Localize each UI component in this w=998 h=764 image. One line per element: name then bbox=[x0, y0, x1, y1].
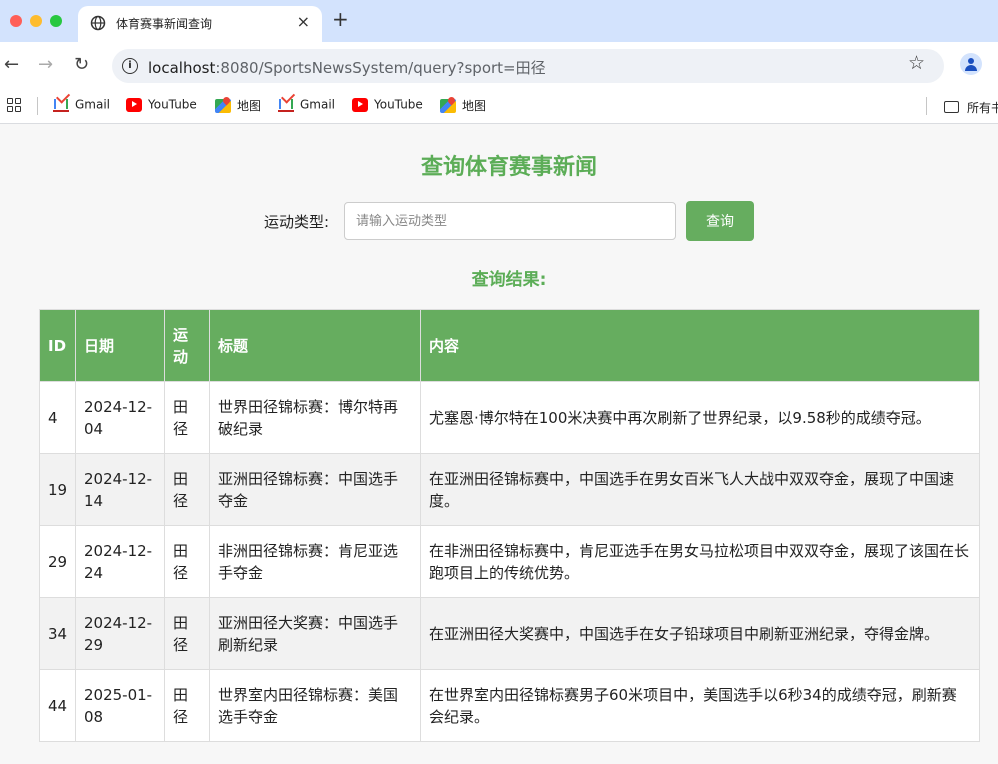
cell-content: 在亚洲田径锦标赛中，中国选手在男女百米飞人大战中双双夺金，展现了中国速度。 bbox=[420, 453, 980, 526]
forward-arrow-icon[interactable]: → bbox=[38, 54, 53, 76]
close-tab-icon[interactable]: × bbox=[297, 12, 310, 31]
cell-date: 2024-12-14 bbox=[75, 453, 165, 526]
cell-content: 尤塞恩·博尔特在100米决赛中再次刷新了世界纪录，以9.58秒的成绩夺冠。 bbox=[420, 381, 980, 454]
bookmark-maps[interactable]: 地图 bbox=[440, 97, 486, 117]
cell-id: 4 bbox=[39, 381, 76, 454]
cell-id: 29 bbox=[39, 525, 76, 598]
youtube-icon bbox=[126, 97, 142, 112]
profile-avatar-icon[interactable] bbox=[960, 53, 982, 75]
cell-date: 2024-12-29 bbox=[75, 597, 165, 670]
bookmark-maps[interactable]: 地图 bbox=[215, 97, 261, 117]
cell-sport: 田径 bbox=[164, 669, 210, 742]
bookmarks-bar: Gmail YouTube 地图 Gmail YouTube 地图 所有书签 bbox=[0, 90, 998, 124]
bookmarks-divider bbox=[926, 97, 927, 115]
bookmark-label: 地图 bbox=[462, 99, 487, 113]
back-arrow-icon[interactable]: ← bbox=[4, 54, 19, 76]
query-button[interactable]: 查询 bbox=[686, 201, 754, 241]
results-title: 查询结果: bbox=[471, 270, 547, 290]
cell-date: 2025-01-08 bbox=[75, 669, 165, 742]
tab-title: 体育赛事新闻查询 bbox=[116, 17, 213, 31]
bookmark-star-icon[interactable]: ☆ bbox=[908, 53, 925, 73]
table-row: 34 2024-12-29 田径 亚洲田径大奖赛：中国选手刷新纪录 在亚洲田径大… bbox=[39, 597, 980, 670]
tab-strip: 体育赛事新闻查询 × + bbox=[0, 0, 998, 42]
maps-icon bbox=[440, 98, 456, 113]
bookmarks-divider bbox=[37, 97, 38, 115]
bookmark-label: Gmail bbox=[75, 97, 111, 112]
cell-content: 在世界室内田径锦标赛男子60米项目中，美国选手以6秒34的成绩夺冠，刷新赛会纪录… bbox=[420, 669, 980, 742]
table-header-row: ID 日期 运动 标题 内容 bbox=[39, 309, 980, 382]
cell-sport: 田径 bbox=[164, 453, 210, 526]
header-date: 日期 bbox=[75, 309, 165, 382]
cell-title: 亚洲田径锦标赛：中国选手夺金 bbox=[209, 453, 421, 526]
bookmark-gmail[interactable]: Gmail bbox=[53, 97, 110, 117]
cell-id: 19 bbox=[39, 453, 76, 526]
folder-icon[interactable] bbox=[944, 101, 959, 113]
cell-content: 在亚洲田径大奖赛中，中国选手在女子铅球项目中刷新亚洲纪录，夺得金牌。 bbox=[420, 597, 980, 670]
gmail-icon bbox=[278, 98, 294, 112]
header-id: ID bbox=[39, 309, 76, 382]
cell-date: 2024-12-04 bbox=[75, 381, 165, 454]
maps-icon bbox=[215, 98, 231, 113]
sport-type-label: 运动类型: bbox=[264, 213, 330, 231]
bookmark-youtube[interactable]: YouTube bbox=[126, 97, 197, 117]
cell-id: 44 bbox=[39, 669, 76, 742]
header-title: 标题 bbox=[209, 309, 421, 382]
cell-sport: 田径 bbox=[164, 381, 210, 454]
globe-icon bbox=[90, 15, 106, 31]
bookmark-label: Gmail bbox=[300, 97, 336, 112]
bookmark-gmail[interactable]: Gmail bbox=[278, 97, 335, 117]
page-title: 查询体育赛事新闻 bbox=[420, 155, 597, 180]
active-tab[interactable]: 体育赛事新闻查询 × bbox=[78, 6, 322, 42]
all-bookmarks-button[interactable]: 所有书签 bbox=[967, 99, 998, 116]
cell-title: 非洲田径锦标赛：肯尼亚选手夺金 bbox=[209, 525, 421, 598]
url-host: localhost bbox=[148, 59, 216, 77]
table-row: 19 2024-12-14 田径 亚洲田径锦标赛：中国选手夺金 在亚洲田径锦标赛… bbox=[39, 453, 980, 526]
address-bar[interactable]: i localhost:8080/SportsNewsSystem/query?… bbox=[112, 49, 944, 83]
bookmark-label: 地图 bbox=[237, 99, 262, 113]
bookmark-label: YouTube bbox=[374, 97, 423, 112]
cell-title: 世界田径锦标赛：博尔特再破纪录 bbox=[209, 381, 421, 454]
cell-sport: 田径 bbox=[164, 525, 210, 598]
browser-toolbar: ← → ↻ i localhost:8080/SportsNewsSystem/… bbox=[0, 42, 998, 90]
results-table: ID 日期 运动 标题 内容 4 2024-12-04 田径 世界田径锦标赛：博… bbox=[39, 309, 980, 742]
apps-grid-icon[interactable] bbox=[7, 98, 21, 112]
header-content: 内容 bbox=[420, 309, 980, 382]
table-row: 44 2025-01-08 田径 世界室内田径锦标赛：美国选手夺金 在世界室内田… bbox=[39, 669, 980, 742]
cell-sport: 田径 bbox=[164, 597, 210, 670]
gmail-icon bbox=[53, 98, 69, 112]
new-tab-button[interactable]: + bbox=[332, 9, 349, 29]
cell-title: 亚洲田径大奖赛：中国选手刷新纪录 bbox=[209, 597, 421, 670]
reload-icon[interactable]: ↻ bbox=[74, 54, 89, 76]
minimize-window-button[interactable] bbox=[30, 15, 42, 27]
cell-date: 2024-12-24 bbox=[75, 525, 165, 598]
bookmark-youtube[interactable]: YouTube bbox=[352, 97, 423, 117]
cell-content: 在非洲田径锦标赛中，肯尼亚选手在男女马拉松项目中双双夺金，展现了该国在长跑项目上… bbox=[420, 525, 980, 598]
cell-title: 世界室内田径锦标赛：美国选手夺金 bbox=[209, 669, 421, 742]
youtube-icon bbox=[352, 97, 368, 112]
close-window-button[interactable] bbox=[10, 15, 22, 27]
table-row: 4 2024-12-04 田径 世界田径锦标赛：博尔特再破纪录 尤塞恩·博尔特在… bbox=[39, 381, 980, 454]
cell-id: 34 bbox=[39, 597, 76, 670]
sport-type-input[interactable] bbox=[344, 202, 676, 240]
header-sport: 运动 bbox=[164, 309, 210, 382]
table-row: 29 2024-12-24 田径 非洲田径锦标赛：肯尼亚选手夺金 在非洲田径锦标… bbox=[39, 525, 980, 598]
maximize-window-button[interactable] bbox=[50, 15, 62, 27]
url-text[interactable]: localhost:8080/SportsNewsSystem/query?sp… bbox=[148, 57, 546, 78]
bookmark-label: YouTube bbox=[148, 97, 197, 112]
page-content: 查询体育赛事新闻 运动类型: 查询 查询结果: ID 日期 运动 标题 内容 4… bbox=[0, 125, 998, 764]
url-path: :8080/SportsNewsSystem/query?sport=田径 bbox=[215, 59, 546, 77]
site-info-icon[interactable]: i bbox=[122, 58, 138, 74]
